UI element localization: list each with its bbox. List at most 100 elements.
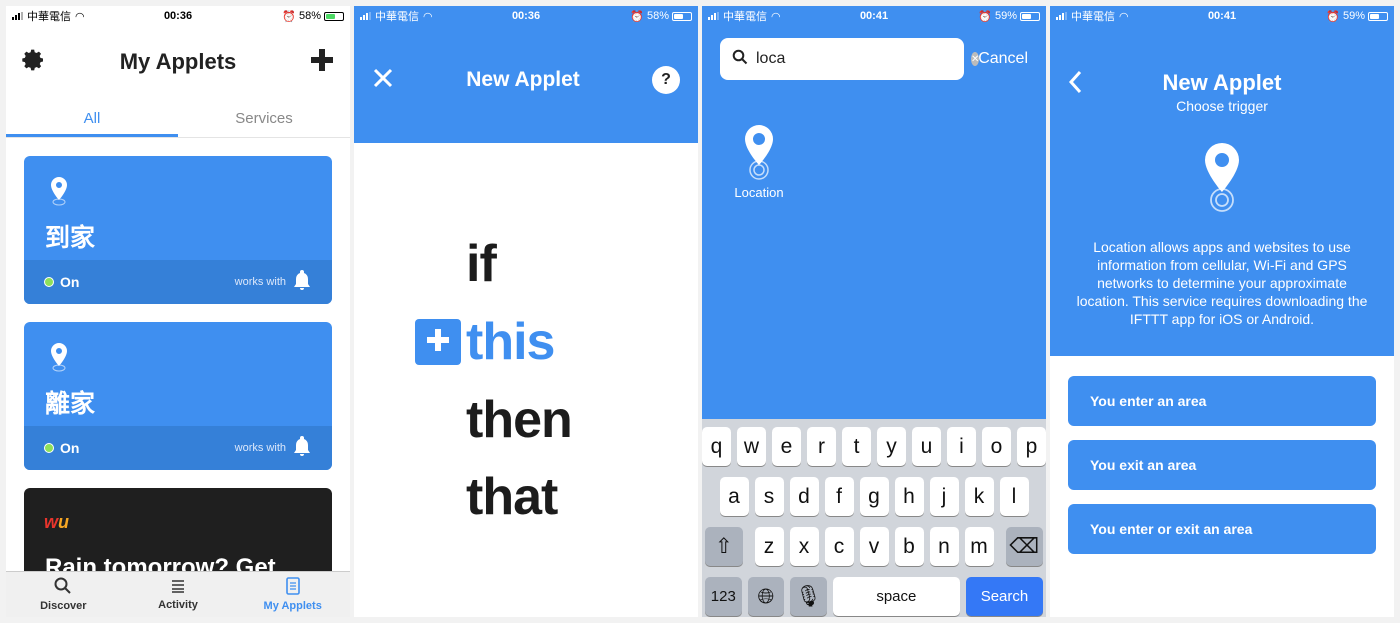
letter-key[interactable]: v (859, 527, 889, 566)
battery-percent: 59% (994, 10, 1018, 22)
status-bar: 中華電信 ◠ 00:36 ⏰ 58% (6, 6, 350, 26)
applet-footer: On works with (24, 426, 332, 470)
letter-key[interactable]: t (842, 427, 871, 466)
bell-icon (292, 269, 312, 296)
letter-key[interactable]: y (877, 427, 906, 466)
search-icon (54, 577, 72, 598)
letter-key[interactable]: o (982, 427, 1011, 466)
screenshot-collage: 中華電信 ◠ 00:36 ⏰ 58% My Applets All Services… (0, 0, 1400, 623)
search-key[interactable]: Search (965, 577, 1043, 616)
location-pin-icon (742, 125, 776, 185)
add-trigger-button[interactable] (415, 319, 461, 365)
letter-key[interactable]: w (737, 427, 766, 466)
search-bar: ✕ (720, 38, 980, 80)
signal-icon (1056, 12, 1067, 20)
letter-key[interactable]: j (929, 477, 959, 516)
word-then: then (466, 391, 573, 449)
letter-key[interactable]: u (912, 427, 941, 466)
header: 中華電信 ◠ 00:36 ⏰ 58% New Applet ? (354, 6, 698, 143)
plus-icon (425, 327, 451, 358)
letter-key[interactable]: n (929, 527, 959, 566)
shift-key[interactable]: ⇧ (705, 527, 743, 566)
wifi-icon: ◠ (75, 10, 85, 23)
letter-key[interactable]: m (964, 527, 994, 566)
letter-key[interactable]: c (824, 527, 854, 566)
search-input[interactable] (756, 50, 963, 68)
globe-key[interactable]: 🌐︎ (747, 577, 785, 616)
applet-tabs: All Services (6, 104, 350, 138)
letter-key[interactable]: l (999, 477, 1029, 516)
works-with-label: works with (234, 276, 286, 288)
tab-all[interactable]: All (6, 104, 178, 137)
alarm-icon: ⏰ (630, 10, 644, 23)
letter-key[interactable]: z (754, 527, 784, 566)
works-with-label: works with (234, 442, 286, 454)
letter-key[interactable]: g (859, 477, 889, 516)
letter-key[interactable]: b (894, 527, 924, 566)
letter-key[interactable]: h (894, 477, 924, 516)
letter-key[interactable]: k (964, 477, 994, 516)
document-icon (285, 577, 300, 598)
header: 中華電信 ◠ 00:41 ⏰ 59% New Applet Choose trigg… (1050, 6, 1394, 356)
applet-card[interactable]: 到家 On works with (24, 156, 332, 304)
cancel-button[interactable]: Cancel (978, 50, 1028, 68)
dictation-key[interactable]: 🎙︎ (790, 577, 827, 616)
numbers-key[interactable]: 123 (705, 577, 742, 616)
page-title: New Applet (1162, 70, 1282, 95)
tab-discover[interactable]: Discover (6, 572, 121, 617)
gear-icon[interactable] (22, 48, 46, 77)
help-button[interactable]: ? (652, 66, 680, 94)
letter-key[interactable]: d (789, 477, 819, 516)
applet-status: On (60, 274, 80, 290)
battery-percent: 58% (298, 10, 322, 22)
letter-key[interactable]: i (947, 427, 976, 466)
trigger-option[interactable]: You enter or exit an area (1068, 504, 1376, 554)
letter-key[interactable]: a (719, 477, 749, 516)
letter-key[interactable]: r (807, 427, 836, 466)
bell-icon (292, 435, 312, 462)
carrier-label: 中華電信 (27, 11, 71, 23)
keyboard-row: qwertyuiop (702, 427, 1046, 466)
location-service[interactable]: Location (732, 124, 786, 200)
letter-key[interactable]: p (1017, 427, 1046, 466)
status-time: 00:36 (511, 10, 541, 22)
search-icon (732, 49, 748, 70)
tab-my-applets[interactable]: My Applets (235, 572, 350, 617)
status-time: 00:41 (1207, 10, 1237, 22)
page-title: New Applet (466, 68, 580, 91)
letter-key[interactable]: f (824, 477, 854, 516)
applet-footer: On works with (24, 260, 332, 304)
choose-trigger-screen: 中華電信 ◠ 00:41 ⏰ 59% New Applet Choose trigg… (1050, 6, 1394, 617)
status-time: 00:36 (163, 10, 193, 22)
trigger-option[interactable]: You enter an area (1068, 376, 1376, 426)
word-this[interactable]: this (466, 312, 555, 372)
microphone-icon: 🎙︎ (795, 584, 822, 608)
trigger-option[interactable]: You exit an area (1068, 440, 1376, 490)
word-if: if (466, 235, 497, 293)
on-status-dot (44, 277, 54, 287)
keyboard: qwertyuiop asdfghjkl ⇧ zxcvbnm ⌫ 123 🌐︎ … (702, 419, 1046, 617)
new-applet-screen: 中華電信 ◠ 00:36 ⏰ 58% New Applet ? if this th… (354, 6, 698, 617)
tab-activity[interactable]: Activity (121, 572, 236, 617)
signal-icon (12, 12, 23, 20)
alarm-icon: ⏰ (1326, 10, 1340, 23)
letter-key[interactable]: e (772, 427, 801, 466)
backspace-key[interactable]: ⌫ (1005, 527, 1043, 566)
wifi-icon: ◠ (1119, 10, 1129, 23)
space-key[interactable]: space (832, 577, 960, 616)
word-that: that (466, 468, 558, 526)
letter-key[interactable]: x (789, 527, 819, 566)
on-status-dot (44, 443, 54, 453)
carrier-label: 中華電信 (723, 11, 767, 23)
applet-card[interactable]: 離家 On works with (24, 322, 332, 470)
close-icon[interactable] (372, 67, 394, 94)
tab-services[interactable]: Services (178, 104, 350, 137)
wu-logo: wu (44, 512, 70, 532)
letter-key[interactable]: q (702, 427, 731, 466)
page-title: My Applets (119, 49, 237, 74)
add-icon[interactable] (310, 48, 334, 77)
keyboard-row: ⇧ zxcvbnm ⌫ (705, 527, 1043, 566)
battery-percent: 58% (646, 10, 670, 22)
letter-key[interactable]: s (754, 477, 784, 516)
status-bar: 中華電信 ◠ 00:41 ⏰ 59% (702, 6, 1046, 26)
